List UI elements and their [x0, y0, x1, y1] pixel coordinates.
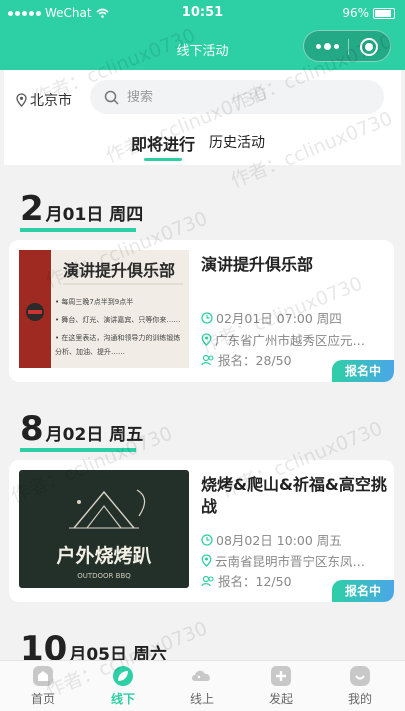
event-location-text: 云南省昆明市晋宁区东凤… — [215, 554, 366, 569]
date-heading: 8 月02日 周五 — [20, 409, 144, 452]
smile-icon — [350, 666, 370, 686]
thumb-line: • 在这里表达，沟通和领导力的训练锻炼 — [55, 333, 180, 342]
event-location: 云南省昆明市晋宁区东凤… — [201, 551, 387, 570]
active-tab-underline — [144, 158, 182, 161]
search-icon — [104, 90, 119, 105]
event-time: 02月01日 07:00 周四 — [201, 308, 387, 327]
nav-bar: WeChat 10:51 96% 线下活动 — [0, 0, 405, 70]
tab-home[interactable]: 首页 — [13, 665, 73, 707]
location-icon — [201, 554, 212, 567]
event-location-text: 广东省广州市越秀区应元… — [215, 333, 366, 348]
event-location: 广东省广州市越秀区应元… — [201, 330, 387, 349]
event-signup-text: 报名：12/50 — [218, 574, 292, 589]
close-mini-program-icon[interactable] — [360, 38, 378, 56]
battery-icon — [373, 7, 395, 19]
thumb-subtitle: OUTDOOR BBQ — [77, 572, 131, 580]
home-icon — [33, 666, 53, 686]
location-icon — [201, 333, 212, 346]
leaf-icon — [113, 666, 133, 686]
date-month: 8 — [20, 409, 44, 449]
date-month: 2 — [20, 189, 44, 229]
cloud-icon — [192, 670, 210, 681]
tab-online-label: 线上 — [189, 692, 214, 706]
thumb-line: • 舞台、灯光、演讲嘉宾、只等你来…… — [55, 315, 180, 324]
tab-online[interactable]: 线上 — [172, 665, 232, 707]
clock-icon — [201, 311, 213, 324]
tab-upcoming[interactable]: 即将进行 — [131, 131, 196, 161]
date-heading: 2 月01日 周四 — [20, 189, 144, 232]
status-badge: 报名中 — [332, 580, 394, 602]
tab-history[interactable]: 历史活动 — [209, 132, 265, 152]
tab-offline-label: 线下 — [110, 692, 135, 706]
battery-percent: 96% — [342, 6, 369, 20]
tab-offline[interactable]: 线下 — [93, 665, 153, 707]
status-right: 96% — [342, 6, 395, 20]
search-header: 北京市 即将进行 历史活动 — [4, 70, 401, 165]
tab-mine[interactable]: 我的 — [330, 665, 390, 707]
event-card[interactable]: 演讲提升俱乐部 • 每周三晚7点半到9点半 • 舞台、灯光、演讲嘉宾、只等你来…… — [9, 240, 394, 382]
event-title: 演讲提升俱乐部 — [201, 255, 314, 274]
event-card[interactable]: 户外烧烤趴 OUTDOOR BBQ 烧烤&爬山&祈福&高空挑战 08月02日 1… — [9, 460, 394, 602]
users-icon — [201, 575, 214, 586]
event-time-text: 02月01日 07:00 周四 — [216, 311, 342, 326]
search-box[interactable] — [90, 80, 384, 114]
tab-history-label: 历史活动 — [209, 135, 265, 151]
date-underline — [20, 448, 136, 452]
event-thumbnail: 演讲提升俱乐部 • 每周三晚7点半到9点半 • 舞台、灯光、演讲嘉宾、只等你来…… — [19, 250, 189, 368]
event-time-text: 08月02日 10:00 周五 — [216, 533, 342, 548]
date-rest: 月01日 周四 — [45, 205, 144, 225]
tab-mine-label: 我的 — [347, 692, 372, 706]
capsule-divider — [348, 39, 349, 55]
tab-home-label: 首页 — [30, 692, 55, 706]
tab-upcoming-label: 即将进行 — [131, 135, 196, 154]
thumb-line: 分析、加油、提升…… — [55, 347, 125, 356]
tab-create-label: 发起 — [268, 692, 293, 706]
event-title: 烧烤&爬山&祈福&高空挑战 — [201, 475, 387, 516]
more-menu-icon[interactable] — [316, 43, 339, 50]
city-label: 北京市 — [30, 93, 72, 109]
thumb-title: 演讲提升俱乐部 — [63, 261, 175, 280]
thumb-title: 户外烧烤趴 — [56, 544, 151, 567]
status-bar: WeChat 10:51 96% — [0, 0, 405, 28]
location-pin-icon — [16, 93, 27, 107]
bottom-tab-bar: 首页 线下 线上 发起 我的 — [0, 660, 405, 711]
mini-program-capsule — [303, 30, 391, 62]
plus-icon — [271, 666, 291, 686]
date-rest: 月02日 周五 — [45, 425, 144, 445]
status-badge: 报名中 — [332, 360, 394, 382]
city-selector[interactable]: 北京市 — [16, 90, 72, 110]
thumb-line: • 每周三晚7点半到9点半 — [55, 297, 133, 306]
search-input[interactable] — [127, 89, 347, 105]
users-icon — [201, 354, 214, 365]
event-time: 08月02日 10:00 周五 — [201, 530, 387, 549]
event-thumbnail: 户外烧烤趴 OUTDOOR BBQ — [19, 470, 189, 588]
clock-icon — [201, 533, 213, 546]
event-signup-text: 报名：28/50 — [218, 353, 292, 368]
date-underline — [20, 228, 136, 232]
tab-create[interactable]: 发起 — [251, 665, 311, 707]
